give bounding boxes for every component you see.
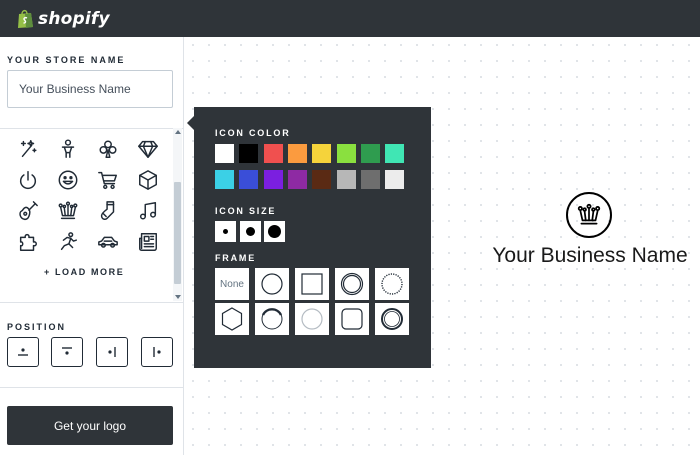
frame-square-button[interactable] — [295, 268, 329, 300]
divider — [0, 302, 184, 303]
runner-icon[interactable] — [48, 226, 88, 257]
size-small-dot-icon — [223, 229, 228, 234]
icon-right-text-icon — [108, 347, 116, 357]
frame-double-circle-icon — [340, 272, 364, 296]
power-icon[interactable] — [8, 164, 48, 195]
frame-scalloped-circle-icon — [381, 273, 403, 295]
frame-hexagon-button[interactable] — [215, 303, 249, 335]
frame-light-circle-button[interactable] — [295, 303, 329, 335]
box-icon[interactable] — [128, 164, 168, 195]
icon-list-scrollbar[interactable] — [173, 128, 182, 301]
frame-hexagon-icon — [221, 307, 243, 331]
icon-size-label: ICON SIZE — [215, 206, 277, 216]
icon-above-text-icon — [18, 348, 28, 356]
sock-icon[interactable] — [88, 195, 128, 226]
store-name-label: YOUR STORE NAME — [7, 55, 126, 65]
get-your-logo-button[interactable]: Get your logo — [7, 406, 173, 445]
color-swatch[interactable] — [214, 143, 235, 164]
color-swatch[interactable] — [311, 169, 333, 190]
color-swatch[interactable] — [335, 169, 357, 190]
color-swatch[interactable] — [335, 143, 357, 164]
color-swatch[interactable] — [384, 143, 406, 164]
frame-thick-circle-icon — [381, 308, 403, 330]
color-swatch[interactable] — [359, 143, 381, 164]
frame-label: FRAME — [215, 253, 256, 263]
frame-circle-button[interactable] — [255, 268, 289, 300]
frame-scalloped-circle-button[interactable] — [375, 268, 409, 300]
frame-square-icon — [301, 273, 323, 295]
store-name-input[interactable] — [7, 70, 173, 108]
size-large-dot-icon — [268, 225, 281, 238]
frame-none-label: None — [220, 278, 244, 290]
frame-bold-circle-icon — [261, 308, 283, 330]
icon-color-label: ICON COLOR — [215, 128, 291, 138]
shopping-cart-icon[interactable] — [88, 164, 128, 195]
magic-wand-icon[interactable] — [8, 133, 48, 164]
position-icon-right-button[interactable] — [96, 337, 128, 367]
frame-bold-circle-button[interactable] — [255, 303, 289, 335]
sidebar: YOUR STORE NAME Your Business Name + LOA… — [0, 37, 184, 455]
position-icon-top-button[interactable] — [51, 337, 83, 367]
top-bar: shopify — [0, 0, 700, 37]
crown-icon[interactable] — [48, 195, 88, 226]
divider — [0, 387, 184, 388]
icon-size-medium-button[interactable] — [240, 221, 261, 242]
color-swatch[interactable] — [359, 169, 381, 190]
scroll-down-arrow-icon[interactable] — [175, 295, 181, 299]
car-icon[interactable] — [88, 226, 128, 257]
shopify-bag-icon — [18, 9, 33, 28]
position-icon-above-button[interactable] — [7, 337, 39, 367]
icon-size-small-button[interactable] — [215, 221, 236, 242]
divider — [0, 128, 184, 129]
person-icon[interactable] — [48, 133, 88, 164]
scrollbar-thumb[interactable] — [174, 182, 181, 284]
preview-logo-emblem — [566, 192, 612, 238]
preview-business-name: Your Business Name — [492, 244, 688, 267]
color-swatch[interactable] — [311, 143, 333, 164]
shopify-logo-text: shopify — [38, 8, 110, 29]
smiley-icon[interactable] — [48, 164, 88, 195]
icon-grid — [8, 133, 168, 257]
color-swatch[interactable] — [286, 169, 308, 190]
scroll-up-arrow-icon[interactable] — [175, 130, 181, 134]
color-swatch[interactable] — [214, 169, 235, 190]
icon-top-text-icon — [62, 347, 72, 355]
color-swatch[interactable] — [384, 169, 406, 190]
crown-icon — [577, 203, 601, 225]
puzzle-icon[interactable] — [8, 226, 48, 257]
color-swatch[interactable] — [238, 169, 260, 190]
music-note-icon[interactable] — [128, 195, 168, 226]
frame-circle-icon — [261, 273, 283, 295]
frame-double-circle-button[interactable] — [335, 268, 369, 300]
frame-rounded-square-icon — [341, 308, 363, 330]
frame-thick-circle-button[interactable] — [375, 303, 409, 335]
club-icon[interactable] — [88, 133, 128, 164]
frame-none-button[interactable]: None — [215, 268, 249, 300]
position-label: POSITION — [7, 322, 67, 332]
frame-rounded-square-button[interactable] — [335, 303, 369, 335]
guitar-icon[interactable] — [8, 195, 48, 226]
icon-size-large-button[interactable] — [264, 221, 285, 242]
color-swatch[interactable] — [238, 143, 260, 164]
size-medium-dot-icon — [246, 227, 255, 236]
color-swatch[interactable] — [262, 169, 284, 190]
frame-light-circle-icon — [301, 308, 323, 330]
icon-settings-popover: ICON COLOR ICON SIZE FRAME None — [194, 107, 431, 368]
position-icon-left-button[interactable] — [141, 337, 173, 367]
diamond-icon[interactable] — [128, 133, 168, 164]
popover-arrow — [187, 116, 194, 130]
load-more-button[interactable]: + LOAD MORE — [44, 267, 124, 277]
newspaper-icon[interactable] — [128, 226, 168, 257]
color-swatch[interactable] — [262, 143, 284, 164]
color-swatch[interactable] — [286, 143, 308, 164]
icon-left-text-icon — [153, 347, 161, 357]
